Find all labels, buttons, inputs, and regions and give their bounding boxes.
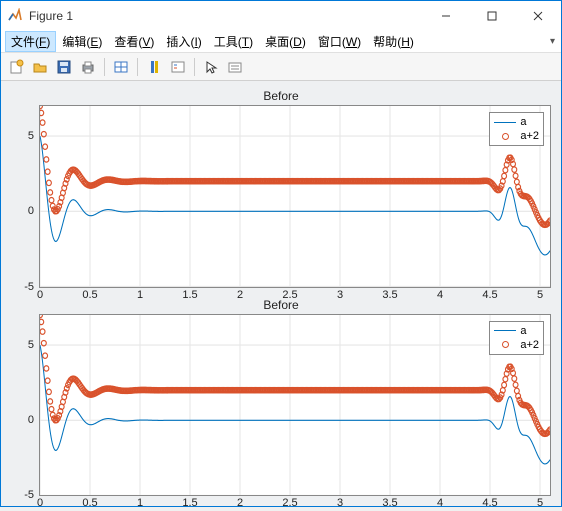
legend-entry-b[interactable]: a+2 <box>494 129 539 143</box>
axes-2[interactable]: -505 00.511.522.533.544.55 a a+2 <box>39 314 551 497</box>
toolbar-separator <box>137 58 138 76</box>
new-figure-button[interactable] <box>5 56 27 78</box>
axes-title: Before <box>11 298 551 312</box>
line-swatch-icon <box>494 122 516 123</box>
menu-view[interactable]: 查看(V) <box>108 31 160 52</box>
xticklabels: 00.511.522.533.544.55 <box>40 497 550 511</box>
legend-label: a+2 <box>520 339 539 351</box>
legend-label: a+2 <box>520 130 539 142</box>
menu-desktop[interactable]: 桌面(D) <box>259 31 312 52</box>
titlebar[interactable]: Figure 1 <box>1 1 561 31</box>
plot-svg-1 <box>40 106 550 287</box>
menu-insert[interactable]: 插入(I) <box>160 31 207 52</box>
circle-swatch-icon <box>494 341 516 348</box>
window-title: Figure 1 <box>29 9 423 23</box>
toolbar-separator <box>104 58 105 76</box>
figure-window: Figure 1 文件(F) 编辑(E) 查看(V) 插入(I) 工具(T) 桌… <box>0 0 562 507</box>
menu-edit[interactable]: 编辑(E) <box>56 31 108 52</box>
legend-label: a <box>520 325 526 337</box>
legend-entry-a[interactable]: a <box>494 115 539 129</box>
maximize-button[interactable] <box>469 1 515 31</box>
legend-button[interactable] <box>167 56 189 78</box>
legend-entry-a[interactable]: a <box>494 324 539 338</box>
legend-entry-b[interactable]: a+2 <box>494 338 539 352</box>
legend-label: a <box>520 116 526 128</box>
menubar: 文件(F) 编辑(E) 查看(V) 插入(I) 工具(T) 桌面(D) 窗口(W… <box>1 31 561 53</box>
menu-window[interactable]: 窗口(W) <box>312 31 367 52</box>
axes-title: Before <box>11 89 551 103</box>
axes-1[interactable]: -505 00.511.522.533.544.55 a a+2 <box>39 105 551 288</box>
datacursor-button[interactable] <box>110 56 132 78</box>
toolbar-separator <box>194 58 195 76</box>
save-button[interactable] <box>53 56 75 78</box>
yticklabels: -505 <box>12 106 36 287</box>
menu-file[interactable]: 文件(F) <box>5 31 56 52</box>
legend[interactable]: a a+2 <box>489 112 544 146</box>
close-button[interactable] <box>515 1 561 31</box>
minimize-button[interactable] <box>423 1 469 31</box>
menubar-overflow-icon[interactable]: ▾ <box>550 36 555 47</box>
pointer-button[interactable] <box>200 56 222 78</box>
colorbar-button[interactable] <box>143 56 165 78</box>
plotedit-button[interactable] <box>224 56 246 78</box>
subplot-1: Before -505 00.511.522.533.544.55 a a+2 <box>11 89 551 288</box>
print-button[interactable] <box>77 56 99 78</box>
matlab-logo-icon <box>7 8 23 24</box>
toolbar <box>1 53 561 81</box>
subplot-2: Before -505 00.511.522.533.544.55 a a+2 <box>11 298 551 497</box>
circle-swatch-icon <box>494 133 516 140</box>
plot-svg-2 <box>40 315 550 496</box>
yticklabels: -505 <box>12 315 36 496</box>
figure-canvas: Before -505 00.511.522.533.544.55 a a+2 … <box>1 81 561 506</box>
menu-help[interactable]: 帮助(H) <box>367 31 420 52</box>
line-swatch-icon <box>494 330 516 331</box>
open-button[interactable] <box>29 56 51 78</box>
menu-tools[interactable]: 工具(T) <box>208 31 259 52</box>
legend[interactable]: a a+2 <box>489 321 544 355</box>
